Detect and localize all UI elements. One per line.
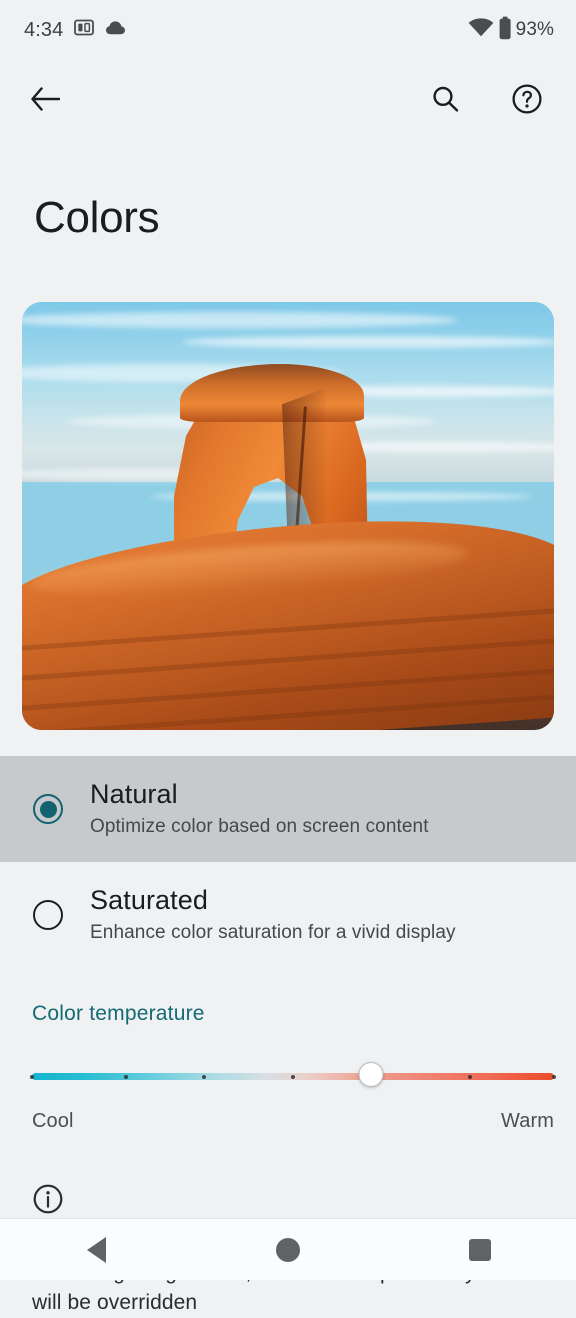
arch-cap (180, 364, 364, 422)
battery-percent: 93% (515, 19, 554, 40)
action-bar (0, 60, 576, 138)
status-bar: 4:34 93% (0, 0, 576, 60)
color-temperature-slider[interactable] (30, 1062, 556, 1088)
option-subtitle: Enhance color saturation for a vivid dis… (90, 921, 456, 943)
battery-icon (498, 16, 512, 45)
option-title: Natural (90, 779, 178, 810)
back-triangle-icon (86, 1236, 106, 1263)
color-temperature-label: Color temperature (32, 1002, 205, 1025)
rock-highlight (29, 531, 469, 606)
info-icon (32, 1183, 552, 1220)
radio-button-natural[interactable] (28, 789, 68, 829)
navigation-bar (0, 1218, 576, 1280)
nav-recents-button[interactable] (434, 1219, 526, 1281)
option-row-natural[interactable]: Natural Optimize color based on screen c… (0, 756, 576, 862)
radio-dot (39, 800, 57, 818)
recents-square-icon (469, 1238, 491, 1261)
slider-tick (123, 1075, 128, 1079)
slider-min-label: Cool (32, 1110, 74, 1132)
page-title: Colors (34, 193, 160, 242)
foreground-slickrock (22, 506, 554, 730)
help-icon[interactable] (504, 76, 550, 122)
option-text-natural: Natural Optimize color based on screen c… (90, 780, 429, 838)
color-preview-image (22, 302, 554, 730)
option-title: Saturated (90, 885, 208, 916)
cloud-icon (105, 20, 129, 41)
slider-endpoint-labels: Cool Warm (32, 1110, 554, 1133)
slider-max-label: Warm (501, 1110, 554, 1132)
slider-thumb[interactable] (358, 1062, 384, 1087)
color-mode-options: Natural Optimize color based on screen c… (0, 756, 576, 968)
screen-cast-icon (74, 19, 95, 41)
nav-back-button[interactable] (50, 1219, 142, 1281)
action-bar-actions (422, 76, 550, 122)
home-circle-icon (276, 1237, 300, 1262)
status-bar-left: 4:34 (24, 19, 129, 42)
radio-ring (33, 900, 63, 930)
slider-tick (552, 1075, 556, 1079)
nav-home-button[interactable] (242, 1219, 334, 1281)
cloud-band (181, 336, 554, 348)
back-arrow-icon[interactable] (22, 76, 68, 122)
search-icon[interactable] (422, 76, 468, 122)
slider-tick (291, 1075, 295, 1079)
option-row-saturated[interactable]: Saturated Enhance color saturation for a… (0, 862, 576, 968)
option-text-saturated: Saturated Enhance color saturation for a… (90, 886, 456, 944)
color-temperature-section: Color temperature Cool Warm (0, 968, 576, 1133)
status-bar-clock: 4:34 (24, 18, 64, 41)
option-subtitle: Optimize color based on screen content (90, 815, 429, 837)
wifi-icon (468, 18, 494, 42)
radio-button-saturated[interactable] (28, 895, 68, 935)
slider-tick (30, 1075, 34, 1079)
status-bar-right: 93% (468, 16, 554, 45)
preview-image-container (0, 240, 576, 730)
cloud-band (22, 312, 459, 328)
